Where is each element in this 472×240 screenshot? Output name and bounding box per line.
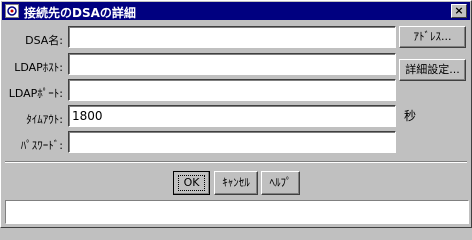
- dsa-details-dialog: 接続先のDSAの詳細 × DSA名: LDAPﾎｽﾄ: LDAPﾎﾟｰﾄ: ﾀｲ…: [0, 0, 472, 228]
- password-label: ﾊﾟｽﾜｰﾄﾞ:: [20, 139, 63, 152]
- timeout-unit: 秒: [404, 109, 417, 123]
- ok-button-label: OK: [177, 175, 206, 191]
- timeout-label: ﾀｲﾑｱｳﾄ:: [26, 113, 63, 126]
- separator: [5, 161, 467, 163]
- ldap-port-input[interactable]: [68, 79, 396, 101]
- app-icon: [5, 4, 19, 18]
- close-button[interactable]: ×: [451, 4, 467, 18]
- status-bar: [5, 200, 469, 224]
- ldap-port-label: LDAPﾎﾟｰﾄ:: [8, 87, 63, 100]
- help-button[interactable]: ﾍﾙﾌﾟ: [261, 171, 300, 195]
- dsa-name-input[interactable]: [68, 26, 396, 48]
- timeout-input[interactable]: 1800: [68, 105, 396, 127]
- dsa-name-label: DSA名:: [25, 34, 63, 47]
- window-title: 接続先のDSAの詳細: [24, 6, 136, 20]
- password-input[interactable]: [68, 131, 396, 153]
- title-bar[interactable]: 接続先のDSAの詳細 ×: [2, 2, 470, 20]
- ok-button[interactable]: OK: [173, 171, 210, 195]
- cancel-button[interactable]: ｷｬﾝｾﾙ: [214, 171, 258, 195]
- address-button[interactable]: ｱﾄﾞﾚｽ...: [399, 26, 466, 48]
- ldap-host-input[interactable]: [68, 53, 396, 75]
- close-icon: ×: [454, 4, 464, 17]
- detail-settings-button[interactable]: 詳細設定...: [399, 59, 466, 81]
- ldap-host-label: LDAPﾎｽﾄ:: [14, 61, 63, 74]
